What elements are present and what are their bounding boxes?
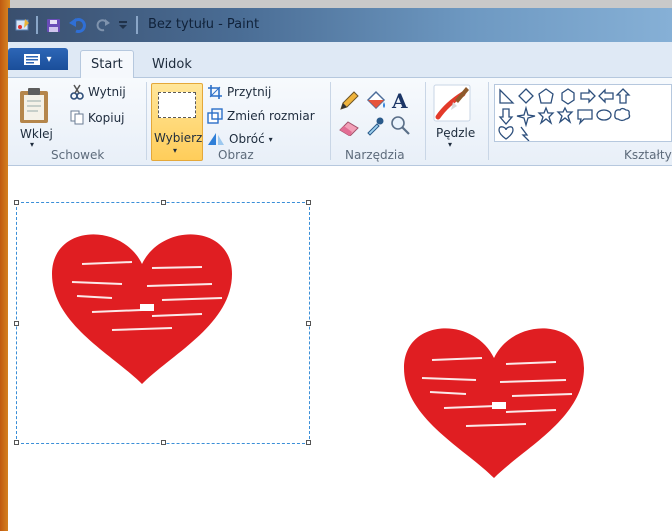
magnifier-tool[interactable] [390, 115, 410, 135]
eraser-icon [339, 121, 359, 136]
paint-bucket-icon [366, 90, 386, 110]
qat-separator-2 [136, 16, 138, 34]
brushes-button[interactable] [433, 84, 471, 122]
tab-start[interactable]: Start [80, 50, 134, 78]
drawing-canvas[interactable] [8, 166, 672, 531]
undo-icon[interactable] [68, 16, 88, 34]
paint-app-icon[interactable] [14, 16, 32, 34]
shapes-gallery-icons [498, 88, 631, 141]
group-separator [488, 82, 489, 160]
ribbon-tabs: ▾ Start Widok [8, 42, 672, 78]
resize-button[interactable]: Zmień rozmiar [207, 108, 315, 124]
save-icon[interactable] [44, 16, 62, 34]
paste-dropdown-arrow[interactable]: ▾ [30, 140, 34, 149]
window-title: Bez tytułu - Paint [148, 17, 260, 32]
group-separator [425, 82, 426, 160]
crop-label: Przytnij [227, 85, 272, 99]
canvas-drawing-layer [52, 234, 584, 478]
scissors-icon [70, 84, 84, 100]
tab-view[interactable]: Widok [142, 50, 202, 78]
brushes-label: Pędzle [436, 126, 476, 140]
resize-icon [207, 108, 223, 124]
file-menu-arrow: ▾ [46, 53, 52, 65]
crop-icon [208, 85, 222, 99]
file-menu-icon [24, 53, 41, 65]
redo-icon[interactable] [94, 16, 112, 34]
brush-icon [433, 84, 471, 122]
title-bar: Bez tytułu - Paint [8, 8, 672, 42]
magnifier-icon [391, 116, 410, 135]
copy-icon [70, 110, 84, 125]
paint-window: Bez tytułu - Paint ▾ Start Widok Wklej ▾… [8, 8, 672, 531]
shapes-gallery[interactable] [494, 84, 672, 142]
file-menu-button[interactable]: ▾ [8, 48, 68, 70]
eyedropper-icon [367, 117, 384, 136]
group-separator [330, 82, 331, 160]
copy-button[interactable]: Kopiuj [70, 110, 125, 125]
fill-tool[interactable] [364, 90, 388, 112]
ribbon-panel: Wklej ▾ Wytnij Kopiuj Schowek Wybierz ▾ … [8, 78, 672, 166]
copy-label: Kopiuj [88, 110, 125, 125]
clipboard-icon [20, 88, 48, 123]
tools-group-label: Narzędzia [345, 148, 405, 162]
heart-drawing [404, 328, 584, 478]
resize-label: Zmień rozmiar [227, 109, 315, 123]
rotate-dropdown-arrow: ▾ [268, 134, 273, 144]
heart-drawing [52, 234, 232, 384]
eraser-tool[interactable] [338, 116, 360, 136]
select-dropdown-arrow: ▾ [173, 146, 178, 155]
color-picker-tool[interactable] [365, 116, 385, 136]
image-group-label: Obraz [218, 148, 254, 162]
select-rectangle-icon [158, 92, 196, 118]
select-label: Wybierz [154, 131, 203, 145]
rotate-icon [208, 133, 224, 145]
qat-separator [36, 16, 38, 34]
rotate-label: Obróć [229, 132, 265, 146]
cut-button[interactable]: Wytnij [70, 84, 126, 100]
paste-label: Wklej [20, 127, 53, 141]
pencil-tool[interactable] [338, 90, 360, 112]
pencil-icon [340, 91, 359, 110]
group-separator [146, 82, 147, 160]
select-button[interactable]: Wybierz ▾ [151, 83, 203, 161]
customize-icon[interactable] [116, 16, 130, 34]
rotate-button[interactable]: Obróć ▾ [207, 132, 273, 146]
clipboard-group-label: Schowek [51, 148, 105, 162]
cut-label: Wytnij [88, 85, 126, 99]
brushes-dropdown-arrow[interactable]: ▾ [448, 140, 452, 149]
text-tool[interactable]: A [392, 89, 408, 113]
shapes-group-label: Kształty [624, 148, 672, 162]
crop-button[interactable]: Przytnij [207, 84, 271, 100]
paste-button[interactable] [18, 86, 50, 124]
